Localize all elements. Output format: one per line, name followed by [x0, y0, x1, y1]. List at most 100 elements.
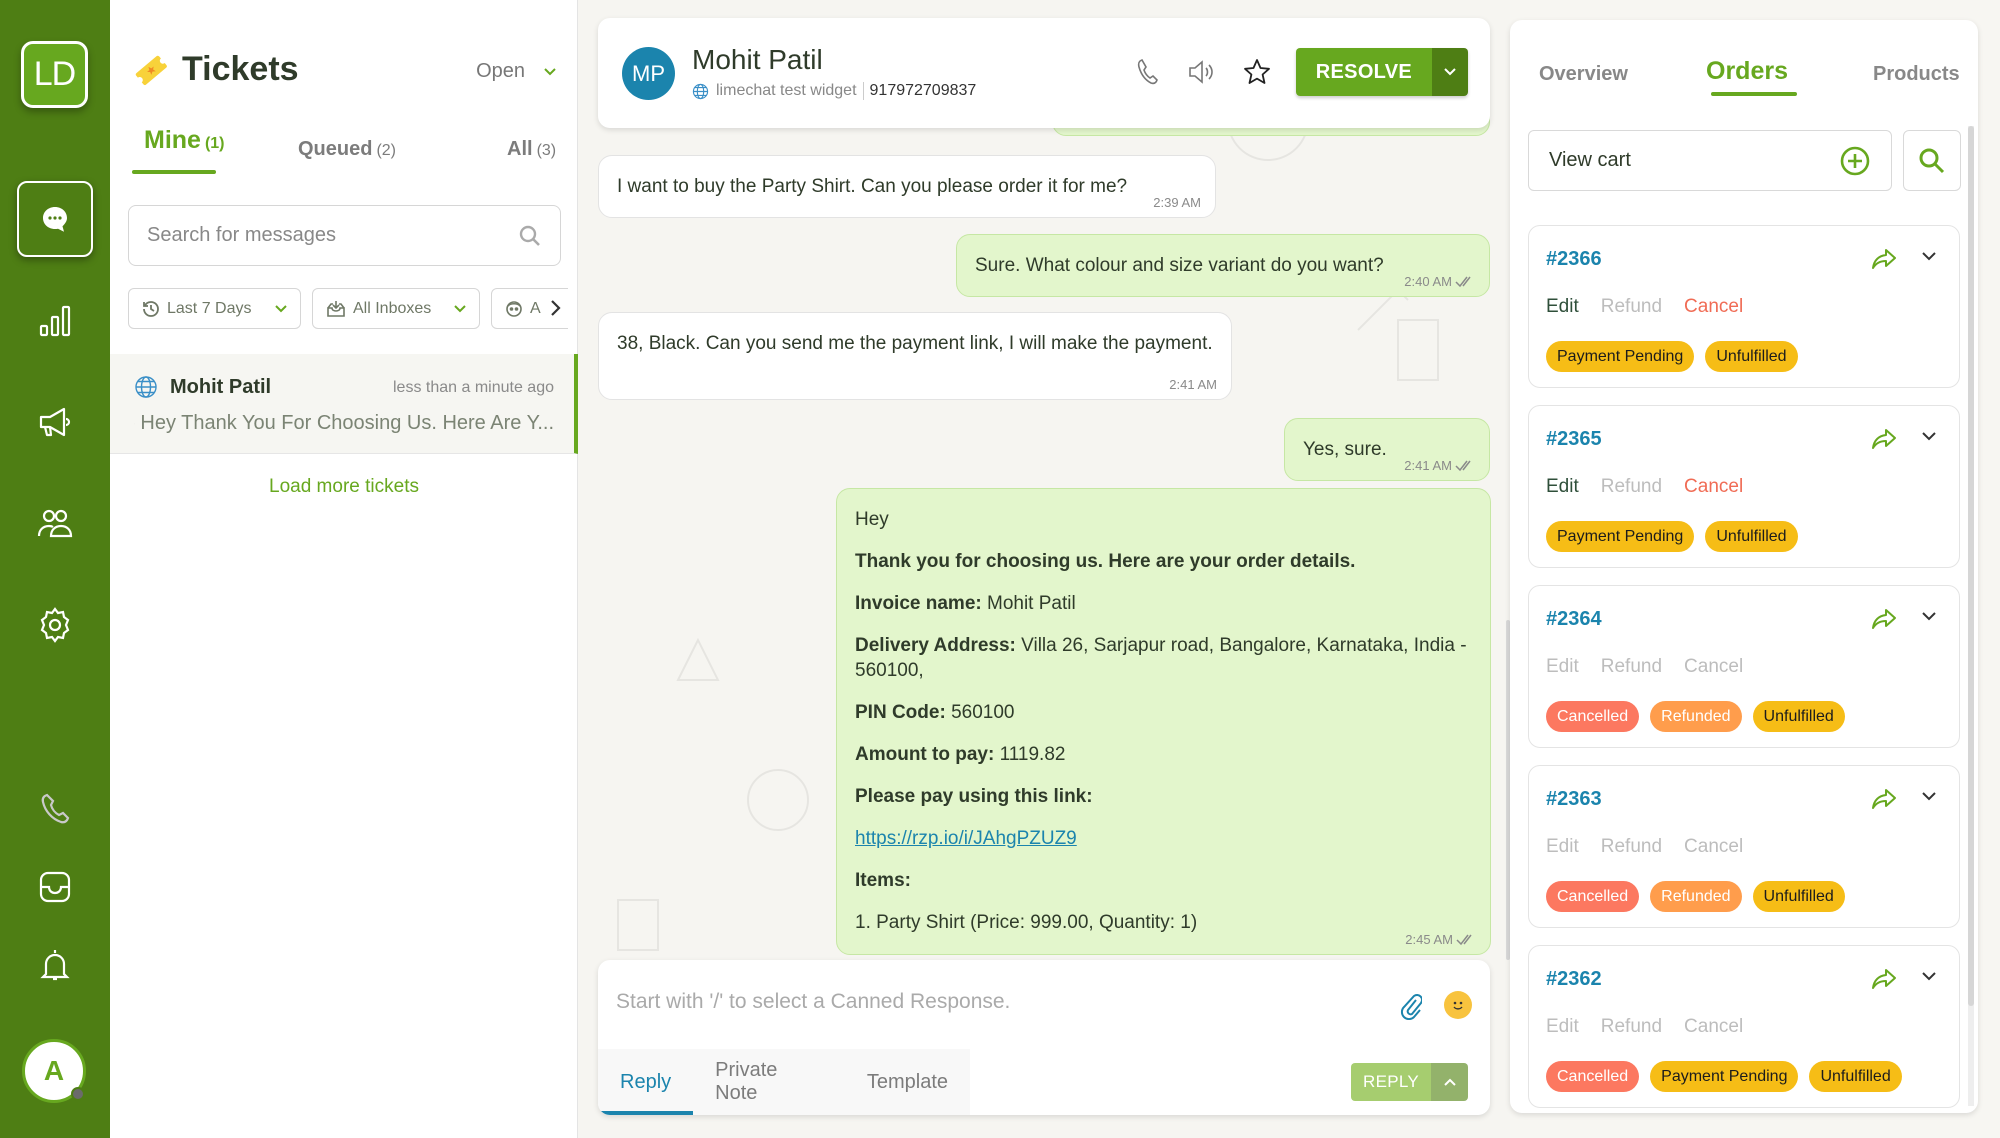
message-timestamp: 2:45 AM: [1405, 932, 1453, 947]
workspace-logo[interactable]: LD: [21, 41, 88, 108]
refund-order-button[interactable]: Refund: [1601, 836, 1662, 858]
order-status-badge: Refunded: [1650, 701, 1742, 732]
nav-contacts[interactable]: [17, 486, 93, 562]
tab-all[interactable]: All (3): [507, 138, 556, 161]
search-icon[interactable]: [518, 224, 542, 248]
tab-count: (3): [536, 142, 557, 159]
order-number[interactable]: #2364: [1546, 608, 1602, 631]
payment-link-label: Please pay using this link:: [855, 786, 1093, 807]
tab-label: Queued: [298, 138, 373, 160]
order-badges: Cancelled Refunded Unfulfilled: [1546, 701, 1845, 732]
resolve-options-button[interactable]: [1432, 48, 1468, 96]
nav-notifications[interactable]: [17, 927, 93, 1003]
order-number[interactable]: #2365: [1546, 428, 1602, 451]
tab-orders[interactable]: Orders: [1706, 57, 1788, 86]
nav-calls[interactable]: [17, 772, 93, 848]
reply-options-button[interactable]: [1431, 1063, 1468, 1101]
order-status-badge: Unfulfilled: [1809, 1061, 1902, 1092]
inbox-icon: [327, 300, 345, 317]
order-status-badge: Cancelled: [1546, 1061, 1640, 1092]
ticket-preview: Hey Thank You For Choosing Us. Here Are …: [134, 412, 554, 435]
tray-icon: [39, 871, 71, 903]
refund-order-button[interactable]: Refund: [1601, 656, 1662, 678]
payment-link[interactable]: https://rzp.io/i/JAhgPZUZ9: [855, 828, 1077, 849]
tab-products[interactable]: Products: [1873, 63, 1960, 86]
message-text: 38, Black. Can you send me the payment l…: [617, 333, 1213, 354]
chevron-down-icon[interactable]: [1921, 250, 1937, 262]
order-card[interactable]: #2366 Edit Refund Cancel Payment Pending Unfu…: [1528, 225, 1960, 388]
cancel-order-button[interactable]: Cancel: [1684, 1016, 1743, 1038]
filters-scroll-right[interactable]: [545, 296, 565, 320]
globe-icon: [135, 376, 157, 398]
edit-order-button[interactable]: Edit: [1546, 836, 1579, 858]
double-check-icon: [1455, 276, 1471, 287]
edit-order-button[interactable]: Edit: [1546, 1016, 1579, 1038]
tab-private-note[interactable]: Private Note: [693, 1049, 845, 1115]
message-timestamp: 2:40 AM: [1404, 274, 1452, 289]
tab-label: Mine: [144, 126, 201, 154]
refund-order-button[interactable]: Refund: [1601, 1016, 1662, 1038]
contact-name[interactable]: Mohit Patil: [692, 44, 823, 76]
plus-circle-icon[interactable]: [1839, 145, 1871, 177]
cancel-order-button[interactable]: Cancel: [1684, 656, 1743, 678]
reply-input[interactable]: [616, 990, 1376, 1030]
nav-settings[interactable]: [17, 587, 93, 663]
paperclip-icon[interactable]: [1400, 992, 1422, 1020]
order-card[interactable]: #2363 Edit Refund Cancel Cancelled Refunded Un…: [1528, 765, 1960, 928]
emoji-icon[interactable]: [1444, 991, 1472, 1019]
chevron-down-icon[interactable]: [1921, 970, 1937, 982]
status-filter-dropdown[interactable]: Open: [476, 60, 557, 83]
nav-inbox[interactable]: [17, 849, 93, 925]
search-icon: [1919, 148, 1945, 173]
order-actions: Edit Refund Cancel: [1546, 1016, 1743, 1038]
speaker-icon[interactable]: [1186, 58, 1218, 86]
edit-order-button[interactable]: Edit: [1546, 296, 1579, 318]
nav-campaigns[interactable]: [17, 384, 93, 460]
order-status-badge: Unfulfilled: [1752, 701, 1845, 732]
order-card[interactable]: #2362 Edit Refund Cancel Cancelled Payment Pe…: [1528, 945, 1960, 1108]
edit-order-button[interactable]: Edit: [1546, 656, 1579, 678]
resolve-button[interactable]: RESOLVE: [1295, 48, 1432, 96]
cancel-order-button[interactable]: Cancel: [1684, 476, 1743, 498]
phone-icon[interactable]: [1134, 57, 1162, 87]
tab-overview[interactable]: Overview: [1539, 63, 1628, 86]
order-number[interactable]: #2362: [1546, 968, 1602, 991]
tab-queued[interactable]: Queued (2): [298, 138, 396, 161]
share-icon[interactable]: [1871, 428, 1897, 450]
nav-conversations[interactable]: [17, 181, 93, 257]
chevron-down-icon[interactable]: [1921, 610, 1937, 622]
chevron-down-icon[interactable]: [1921, 790, 1937, 802]
active-tab-indicator: [1711, 92, 1797, 96]
tab-template[interactable]: Template: [845, 1049, 970, 1115]
refund-order-button[interactable]: Refund: [1601, 476, 1662, 498]
inbox-filter[interactable]: All Inboxes: [312, 288, 480, 329]
order-search-button[interactable]: [1903, 130, 1961, 191]
chevron-down-icon[interactable]: [1921, 430, 1937, 442]
share-icon[interactable]: [1871, 608, 1897, 630]
contact-phone: 917972709837: [862, 82, 976, 100]
cancel-order-button[interactable]: Cancel: [1684, 836, 1743, 858]
reply-send-button[interactable]: REPLY: [1351, 1063, 1431, 1101]
share-icon[interactable]: [1871, 788, 1897, 810]
ticket-list-item[interactable]: Mohit Patil less than a minute ago Hey T…: [110, 354, 578, 454]
phone-icon: [41, 793, 70, 824]
load-more-tickets-link[interactable]: Load more tickets: [110, 476, 578, 498]
order-card[interactable]: #2365 Edit Refund Cancel Payment Pending Unfu…: [1528, 405, 1960, 568]
tab-reply[interactable]: Reply: [598, 1049, 694, 1115]
scrollbar-thumb[interactable]: [1968, 126, 1974, 1006]
nav-reports[interactable]: [17, 283, 93, 359]
share-icon[interactable]: [1871, 968, 1897, 990]
refund-order-button[interactable]: Refund: [1601, 296, 1662, 318]
cancel-order-button[interactable]: Cancel: [1684, 296, 1743, 318]
search-input[interactable]: [147, 224, 518, 247]
edit-order-button[interactable]: Edit: [1546, 476, 1579, 498]
orders-scrollbar[interactable]: [1968, 126, 1974, 1106]
tab-mine[interactable]: Mine (1): [144, 126, 225, 155]
date-range-filter[interactable]: Last 7 Days: [128, 288, 301, 329]
star-icon[interactable]: [1242, 57, 1272, 87]
share-icon[interactable]: [1871, 248, 1897, 270]
view-cart-button[interactable]: View cart: [1528, 130, 1892, 191]
order-card[interactable]: #2364 Edit Refund Cancel Cancelled Refunded Un…: [1528, 585, 1960, 748]
order-number[interactable]: #2366: [1546, 248, 1602, 271]
order-number[interactable]: #2363: [1546, 788, 1602, 811]
